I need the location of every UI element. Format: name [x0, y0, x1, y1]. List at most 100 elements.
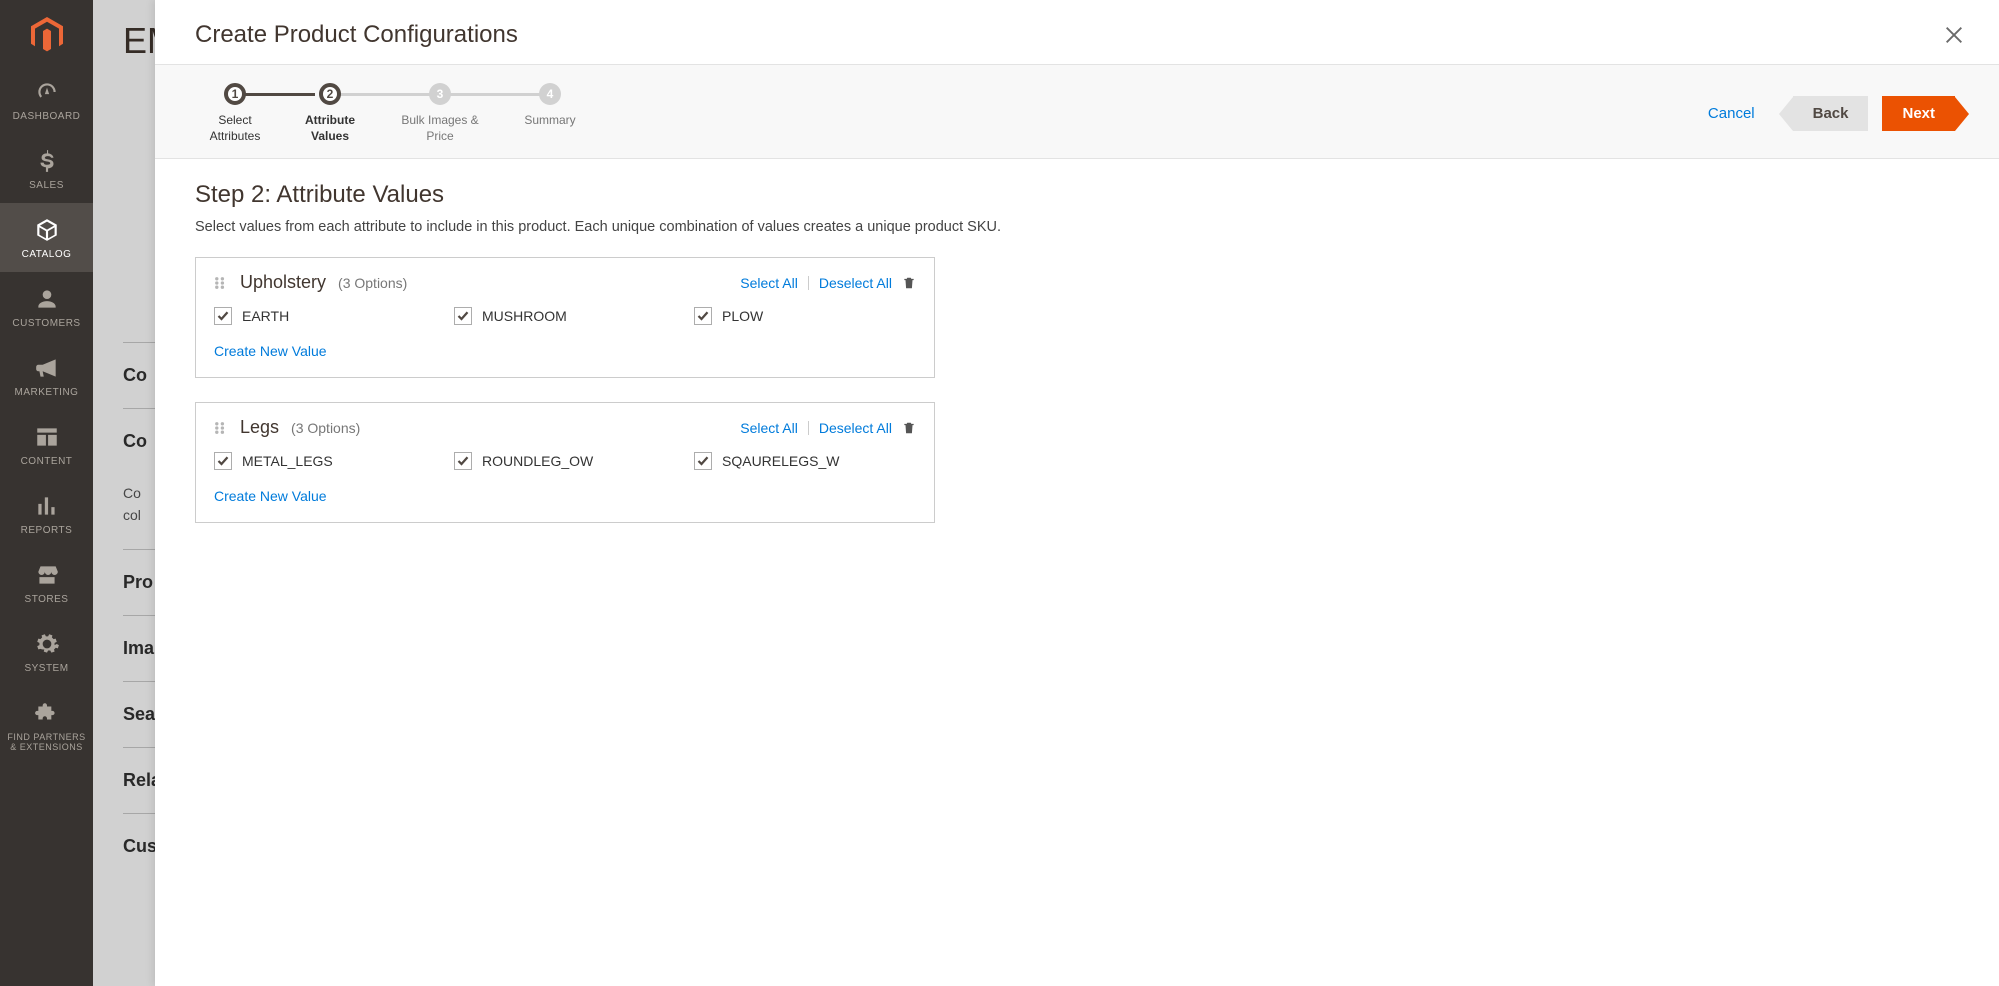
- select-all-link[interactable]: Select All: [740, 275, 798, 291]
- nav-label: REPORTS: [21, 525, 73, 536]
- value-earth[interactable]: EARTH: [214, 307, 434, 325]
- gauge-icon: [34, 79, 60, 105]
- attribute-name: Legs: [240, 417, 279, 438]
- value-label: EARTH: [242, 308, 289, 324]
- nav-reports[interactable]: REPORTS: [0, 479, 93, 548]
- check-icon: [217, 310, 229, 322]
- nav-label: DASHBOARD: [13, 111, 81, 122]
- next-button-label: Next: [1882, 96, 1955, 131]
- check-icon: [457, 455, 469, 467]
- check-icon: [217, 455, 229, 467]
- attribute-box-upholstery: Upholstery (3 Options) Select All Desele…: [195, 257, 935, 378]
- delete-attribute-button[interactable]: [902, 275, 916, 291]
- back-button-label: Back: [1793, 96, 1869, 131]
- checkbox[interactable]: [694, 307, 712, 325]
- dollar-icon: [34, 148, 60, 174]
- checkbox[interactable]: [454, 307, 472, 325]
- admin-sidebar: DASHBOARD SALES CATALOG CUSTOMERS MARKET…: [0, 0, 93, 986]
- value-label: PLOW: [722, 308, 763, 324]
- step-summary[interactable]: 4 Summary: [495, 83, 605, 129]
- person-icon: [34, 286, 60, 312]
- arrow-left-icon: [1779, 97, 1793, 131]
- step-number: 4: [539, 83, 561, 105]
- nav-partners[interactable]: FIND PARTNERS & EXTENSIONS: [0, 686, 93, 764]
- attribute-count: (3 Options): [291, 420, 360, 436]
- checkbox[interactable]: [694, 452, 712, 470]
- step-number: 1: [224, 83, 246, 105]
- attribute-box-legs: Legs (3 Options) Select All Deselect All…: [195, 402, 935, 523]
- gear-icon: [34, 631, 60, 657]
- wizard-steps: 1 Select Attributes 2 Attribute Values 3…: [195, 83, 605, 144]
- nav-label: STORES: [25, 594, 69, 605]
- attribute-count: (3 Options): [338, 275, 407, 291]
- step-label: Summary: [524, 113, 575, 129]
- close-icon: [1943, 24, 1965, 46]
- cube-icon: [34, 217, 60, 243]
- modal-header: Create Product Configurations: [155, 0, 1999, 64]
- nav-label: CUSTOMERS: [12, 318, 80, 329]
- nav-customers[interactable]: CUSTOMERS: [0, 272, 93, 341]
- value-label: MUSHROOM: [482, 308, 567, 324]
- step-label: Bulk Images & Price: [395, 113, 485, 144]
- nav-label: CONTENT: [21, 456, 73, 467]
- checkbox[interactable]: [214, 452, 232, 470]
- nav-system[interactable]: SYSTEM: [0, 617, 93, 686]
- cancel-button[interactable]: Cancel: [1698, 97, 1765, 130]
- drag-handle-icon[interactable]: [214, 421, 228, 435]
- back-button[interactable]: Back: [1779, 96, 1869, 131]
- nav-label: SYSTEM: [24, 663, 68, 674]
- nav-content[interactable]: CONTENT: [0, 410, 93, 479]
- create-new-value-link[interactable]: Create New Value: [214, 488, 327, 504]
- puzzle-icon: [34, 700, 60, 726]
- value-plow[interactable]: PLOW: [694, 307, 914, 325]
- wizard-bar: 1 Select Attributes 2 Attribute Values 3…: [155, 64, 1999, 159]
- arrow-right-icon: [1955, 97, 1969, 131]
- value-metal-legs[interactable]: METAL_LEGS: [214, 452, 434, 470]
- step-number: 2: [319, 83, 341, 105]
- value-label: ROUNDLEG_OW: [482, 453, 593, 469]
- drag-handle-icon[interactable]: [214, 276, 228, 290]
- trash-icon: [902, 420, 916, 436]
- nav-sales[interactable]: SALES: [0, 134, 93, 203]
- nav-label: SALES: [29, 180, 64, 191]
- layout-icon: [34, 424, 60, 450]
- store-icon: [34, 562, 60, 588]
- step-heading: Step 2: Attribute Values: [195, 181, 1959, 209]
- attribute-name: Upholstery: [240, 272, 326, 293]
- bars-icon: [34, 493, 60, 519]
- step-select-attributes[interactable]: 1 Select Attributes: [195, 83, 275, 144]
- nav-label: CATALOG: [22, 249, 72, 260]
- create-configurations-modal: Create Product Configurations 1 Select A…: [155, 0, 1999, 986]
- checkbox[interactable]: [214, 307, 232, 325]
- delete-attribute-button[interactable]: [902, 420, 916, 436]
- check-icon: [697, 310, 709, 322]
- value-label: METAL_LEGS: [242, 453, 333, 469]
- nav-stores[interactable]: STORES: [0, 548, 93, 617]
- value-squarelegs[interactable]: SQAURELEGS_W: [694, 452, 914, 470]
- checkbox[interactable]: [454, 452, 472, 470]
- magento-logo[interactable]: [0, 10, 93, 60]
- value-label: SQAURELEGS_W: [722, 453, 839, 469]
- step-description: Select values from each attribute to inc…: [195, 219, 1959, 235]
- value-roundleg[interactable]: ROUNDLEG_OW: [454, 452, 674, 470]
- step-number: 3: [429, 83, 451, 105]
- nav-catalog[interactable]: CATALOG: [0, 203, 93, 272]
- wizard-actions: Cancel Back Next: [1698, 96, 1969, 131]
- create-new-value-link[interactable]: Create New Value: [214, 343, 327, 359]
- deselect-all-link[interactable]: Deselect All: [819, 420, 892, 436]
- close-button[interactable]: [1939, 20, 1969, 50]
- next-button[interactable]: Next: [1882, 96, 1969, 131]
- megaphone-icon: [34, 355, 60, 381]
- nav-label: MARKETING: [15, 387, 79, 398]
- select-all-link[interactable]: Select All: [740, 420, 798, 436]
- check-icon: [697, 455, 709, 467]
- deselect-all-link[interactable]: Deselect All: [819, 275, 892, 291]
- nav-dashboard[interactable]: DASHBOARD: [0, 65, 93, 134]
- step-label: Select Attributes: [195, 113, 275, 144]
- step-label: Attribute Values: [285, 113, 375, 144]
- check-icon: [457, 310, 469, 322]
- value-mushroom[interactable]: MUSHROOM: [454, 307, 674, 325]
- modal-title: Create Product Configurations: [195, 21, 518, 49]
- nav-label: FIND PARTNERS & EXTENSIONS: [4, 732, 89, 752]
- nav-marketing[interactable]: MARKETING: [0, 341, 93, 410]
